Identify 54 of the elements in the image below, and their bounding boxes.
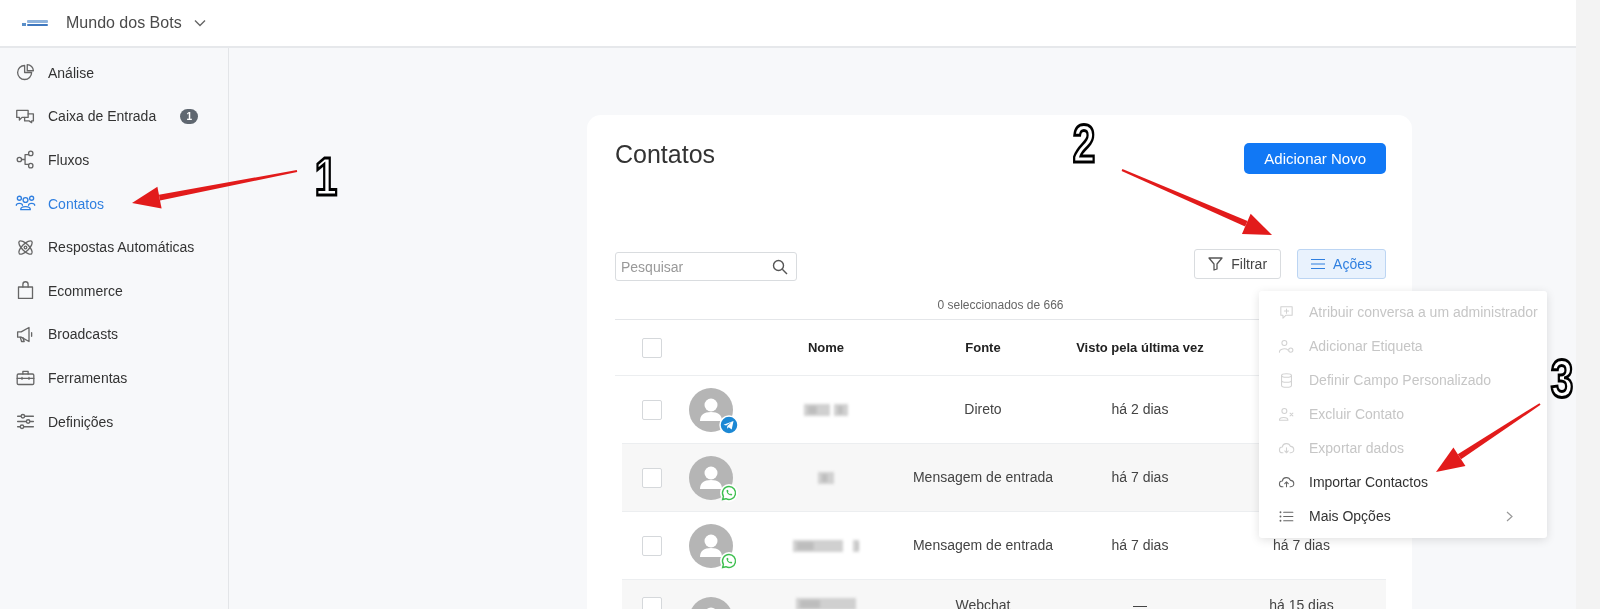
sidebar-item[interactable]: Ferramentas [0, 356, 228, 400]
whatsapp-badge-icon [719, 482, 739, 503]
column-header: Visto pela última vez [1076, 340, 1204, 355]
sidebar-item[interactable]: Definições [0, 399, 228, 444]
table-cell: — [1133, 597, 1147, 609]
select-all-checkbox[interactable] [642, 337, 662, 358]
column-header: Nome [807, 340, 845, 355]
page-title: Contatos [615, 139, 716, 170]
sidebar-item[interactable]: Análise [0, 51, 228, 95]
sidebar-item[interactable]: Contatos [0, 181, 228, 226]
database-icon [1278, 371, 1295, 389]
column-header: Fonte [965, 340, 1001, 355]
count-badge: 1 [180, 108, 199, 124]
blurred-name [796, 597, 856, 609]
table-cell: há 2 dias [1111, 401, 1169, 417]
nodes-icon [15, 149, 36, 171]
table-cell: há 7 dias [1111, 469, 1169, 485]
sidebar-item[interactable]: Ecommerce [0, 268, 228, 313]
search-field[interactable]: Pesquisar [615, 252, 797, 281]
filter-icon [1208, 256, 1224, 271]
shopping-bag-icon [15, 280, 36, 302]
workspace-switcher[interactable]: Mundo dos Bots [66, 14, 182, 32]
user-icon [1278, 337, 1295, 355]
chat-plus-icon [1278, 303, 1295, 321]
step-number: 1 [314, 146, 338, 207]
search-icon[interactable] [772, 259, 788, 275]
step-number: 2 [1072, 113, 1096, 174]
filter-button[interactable]: Filtrar [1194, 248, 1282, 279]
row-checkbox[interactable] [642, 399, 662, 420]
blurred-name [818, 470, 834, 485]
add-new-button[interactable]: Adicionar Novo [1244, 143, 1386, 174]
row-checkbox[interactable] [642, 535, 662, 556]
logo [22, 19, 49, 27]
blurred-name [804, 402, 848, 417]
table-cell: há 7 dias [1111, 537, 1169, 553]
actions-button[interactable]: Ações [1297, 248, 1386, 279]
sidebar-item[interactable]: Respostas Automáticas [0, 225, 228, 269]
sidebar-item[interactable]: Fluxos [0, 138, 228, 182]
sidebar-item[interactable]: Caixa de Entrada 1 [0, 94, 228, 139]
step-number: 3 [1550, 348, 1574, 409]
menu-item[interactable]: Importar Contactos [1259, 465, 1547, 499]
selection-count: 0 seleccionados de 666 [937, 298, 1064, 312]
table-cell: Direto [964, 401, 1002, 417]
blurred-name [793, 538, 859, 553]
table-cell: Mensagem de entrada [912, 469, 1054, 485]
table-cell: há 7 dias [1273, 537, 1330, 553]
row-checkbox[interactable] [642, 467, 662, 488]
menu-icon [1311, 257, 1326, 270]
chevron-down-icon[interactable] [193, 19, 206, 27]
user-remove-icon [1278, 405, 1295, 423]
sidebar-item[interactable]: Broadcasts [0, 312, 228, 357]
menu-item[interactable]: Mais Opções [1259, 499, 1547, 533]
table-cell: Mensagem de entrada [912, 537, 1054, 553]
whatsapp-badge-icon [719, 550, 739, 571]
